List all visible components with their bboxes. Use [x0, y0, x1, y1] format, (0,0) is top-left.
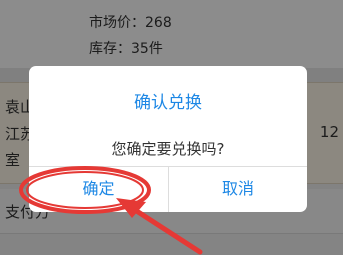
confirm-button[interactable]: 确定	[29, 167, 168, 212]
dialog-title: 确认兑换	[134, 93, 202, 113]
dialog-actions: 确定 取消	[29, 166, 307, 212]
cancel-button[interactable]: 取消	[168, 167, 307, 212]
dialog-message: 您确定要兑换吗?	[111, 140, 225, 158]
confirm-exchange-dialog: 确认兑换 您确定要兑换吗? 确定 取消	[29, 66, 307, 212]
